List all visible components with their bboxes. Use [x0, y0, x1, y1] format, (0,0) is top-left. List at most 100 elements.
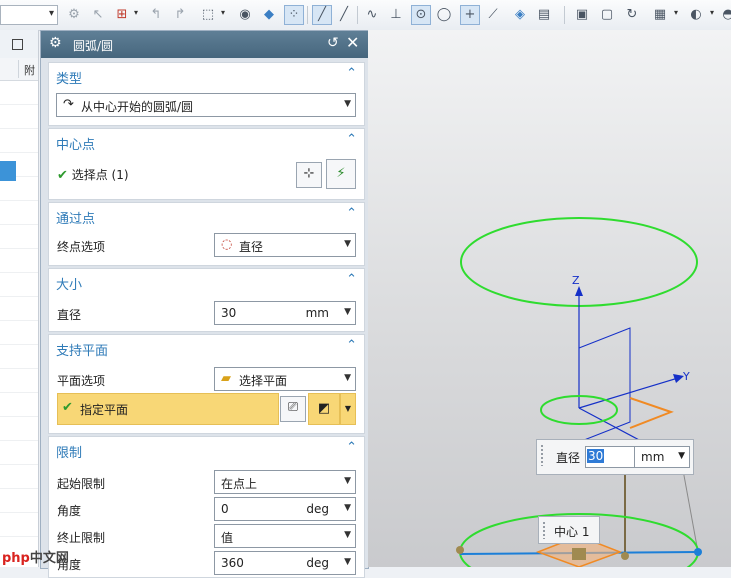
- y-axis-label: Y: [683, 370, 690, 383]
- specify-plane-row[interactable]: ✔ 指定平面: [57, 393, 279, 425]
- list-item[interactable]: [0, 320, 38, 345]
- end-limit-label: 终止限制: [57, 531, 106, 545]
- chevron-up-icon[interactable]: ⌃: [346, 206, 357, 221]
- y-axis: [578, 377, 679, 409]
- list-item[interactable]: [0, 296, 38, 321]
- inferred-point-button[interactable]: ⚡: [326, 159, 356, 189]
- render-icon[interactable]: ◐: [686, 5, 706, 25]
- list-item[interactable]: [0, 440, 38, 465]
- chevron-up-icon[interactable]: ⌃: [346, 132, 357, 147]
- z-arrow: [575, 286, 583, 296]
- list-item[interactable]: [0, 368, 38, 393]
- refresh-icon[interactable]: ↻: [622, 5, 642, 25]
- box-icon[interactable]: ⬚: [198, 5, 218, 25]
- slash-icon[interactable]: ╱: [334, 5, 354, 25]
- curve-icon[interactable]: ↖: [88, 5, 108, 25]
- cross-icon[interactable]: ⊥: [386, 5, 406, 25]
- plane-lightning-icon: ◩: [317, 401, 331, 416]
- list-item[interactable]: [0, 176, 38, 201]
- start-angle-input[interactable]: 0 deg ▼: [214, 497, 356, 521]
- diameter-value: 30: [221, 306, 237, 320]
- close-icon[interactable]: ✕: [346, 33, 359, 52]
- point-dialog-button[interactable]: ⊹: [296, 162, 322, 188]
- circle-point-icon[interactable]: ⊙: [411, 5, 431, 25]
- section-header[interactable]: 大小: [56, 274, 82, 293]
- line-icon[interactable]: ↰: [146, 5, 166, 25]
- reset-icon[interactable]: ↺: [327, 35, 339, 51]
- diameter-float-unit-select[interactable]: mm ▼: [634, 446, 690, 468]
- diameter-input[interactable]: 30 mm ▼: [214, 301, 356, 325]
- diameter-label: 直径: [57, 308, 82, 322]
- chevron-down-icon[interactable]: ▾: [134, 8, 138, 17]
- end-limit-select[interactable]: 值 ▼: [214, 524, 356, 548]
- list-item[interactable]: [0, 224, 38, 249]
- endpoint-handle: [621, 552, 629, 560]
- chevron-up-icon[interactable]: ⌃: [346, 272, 357, 287]
- end-angle-input[interactable]: 360 deg ▼: [214, 551, 356, 575]
- plane-icon: ▰: [221, 371, 231, 386]
- section-header[interactable]: 支持平面: [56, 340, 108, 359]
- start-limit-select[interactable]: 在点上 ▼: [214, 470, 356, 494]
- drag-handle[interactable]: [542, 521, 546, 539]
- section-header[interactable]: 通过点: [56, 208, 95, 227]
- section-header[interactable]: 限制: [56, 442, 82, 461]
- cube-icon[interactable]: ◉: [235, 5, 255, 25]
- view-icon[interactable]: ▣: [572, 5, 592, 25]
- chevron-up-icon[interactable]: ⌃: [346, 338, 357, 353]
- chevron-up-icon[interactable]: ⌃: [346, 440, 357, 455]
- snap-icon[interactable]: ⁘: [284, 5, 304, 25]
- point-icon[interactable]: ⊞: [112, 5, 132, 25]
- inferred-plane-button[interactable]: ◩: [308, 393, 340, 425]
- diameter-float-input[interactable]: 30: [585, 446, 637, 468]
- plus-icon[interactable]: +: [460, 5, 480, 25]
- selection-filter-combo[interactable]: ▾: [0, 5, 58, 25]
- window-icon[interactable]: ▢: [597, 5, 617, 25]
- list-item[interactable]: [0, 80, 38, 105]
- endpoint-option-select[interactable]: ◌ 直径 ▼: [214, 233, 356, 257]
- list-item[interactable]: [0, 200, 38, 225]
- list-item[interactable]: [0, 392, 38, 417]
- surface-icon[interactable]: ◈: [510, 5, 530, 25]
- watermark-text: 中文网: [29, 551, 69, 566]
- end-limit-value: 值: [221, 531, 234, 545]
- arc-icon[interactable]: ↱: [170, 5, 190, 25]
- drag-handle[interactable]: [540, 444, 544, 466]
- chevron-down-icon[interactable]: ▾: [221, 8, 225, 17]
- plane-more-button[interactable]: ▼: [340, 393, 356, 425]
- maximize-icon[interactable]: [12, 39, 23, 50]
- list-item[interactable]: [0, 464, 38, 489]
- list-item[interactable]: [0, 272, 38, 297]
- more-icon[interactable]: ◓: [718, 5, 731, 25]
- chevron-down-icon: ▼: [344, 239, 351, 249]
- list-item[interactable]: [0, 512, 38, 537]
- plane-option-select[interactable]: ▰ 选择平面 ▼: [214, 367, 356, 391]
- sketch-icon[interactable]: ⚙: [64, 5, 84, 25]
- plane-dialog-button[interactable]: ⎚: [280, 396, 306, 422]
- list-item[interactable]: [0, 248, 38, 273]
- section-header[interactable]: 类型: [56, 68, 82, 87]
- list-item[interactable]: [0, 488, 38, 513]
- column-header: 附: [0, 58, 38, 81]
- section-header[interactable]: 中心点: [56, 134, 95, 153]
- line-tool-icon[interactable]: ╱: [312, 5, 332, 25]
- select-point-row[interactable]: ✔ 选择点 (1): [57, 166, 129, 183]
- graphics-viewport[interactable]: Z Y 直径 30 mm ▼ 中心 1: [368, 30, 731, 567]
- plane-option-value: 选择平面: [239, 374, 288, 388]
- cube-icon[interactable]: ◆: [259, 5, 279, 25]
- center-point-section: 中心点 ⌃ ✔ 选择点 (1) ⊹ ⚡: [48, 128, 365, 200]
- type-select[interactable]: ↷ 从中心开始的圆弧/圆 ▼: [56, 93, 356, 117]
- list-item[interactable]: [0, 344, 38, 369]
- chevron-up-icon[interactable]: ⌃: [346, 66, 357, 81]
- spline-icon[interactable]: ∿: [362, 5, 382, 25]
- through-point-section: 通过点 ⌃ 终点选项 ◌ 直径 ▼: [48, 202, 365, 266]
- circle-icon[interactable]: ◯: [434, 5, 454, 25]
- list-item[interactable]: [0, 128, 38, 153]
- list-item[interactable]: [0, 104, 38, 129]
- list-item[interactable]: [0, 416, 38, 441]
- chevron-down-icon[interactable]: ▾: [710, 8, 714, 17]
- gear-icon[interactable]: ⚙: [49, 35, 62, 51]
- line-slash-icon[interactable]: ⟋: [483, 5, 503, 25]
- book-icon[interactable]: ▤: [534, 5, 554, 25]
- layout-icon[interactable]: ▦: [650, 5, 670, 25]
- chevron-down-icon[interactable]: ▾: [674, 8, 678, 17]
